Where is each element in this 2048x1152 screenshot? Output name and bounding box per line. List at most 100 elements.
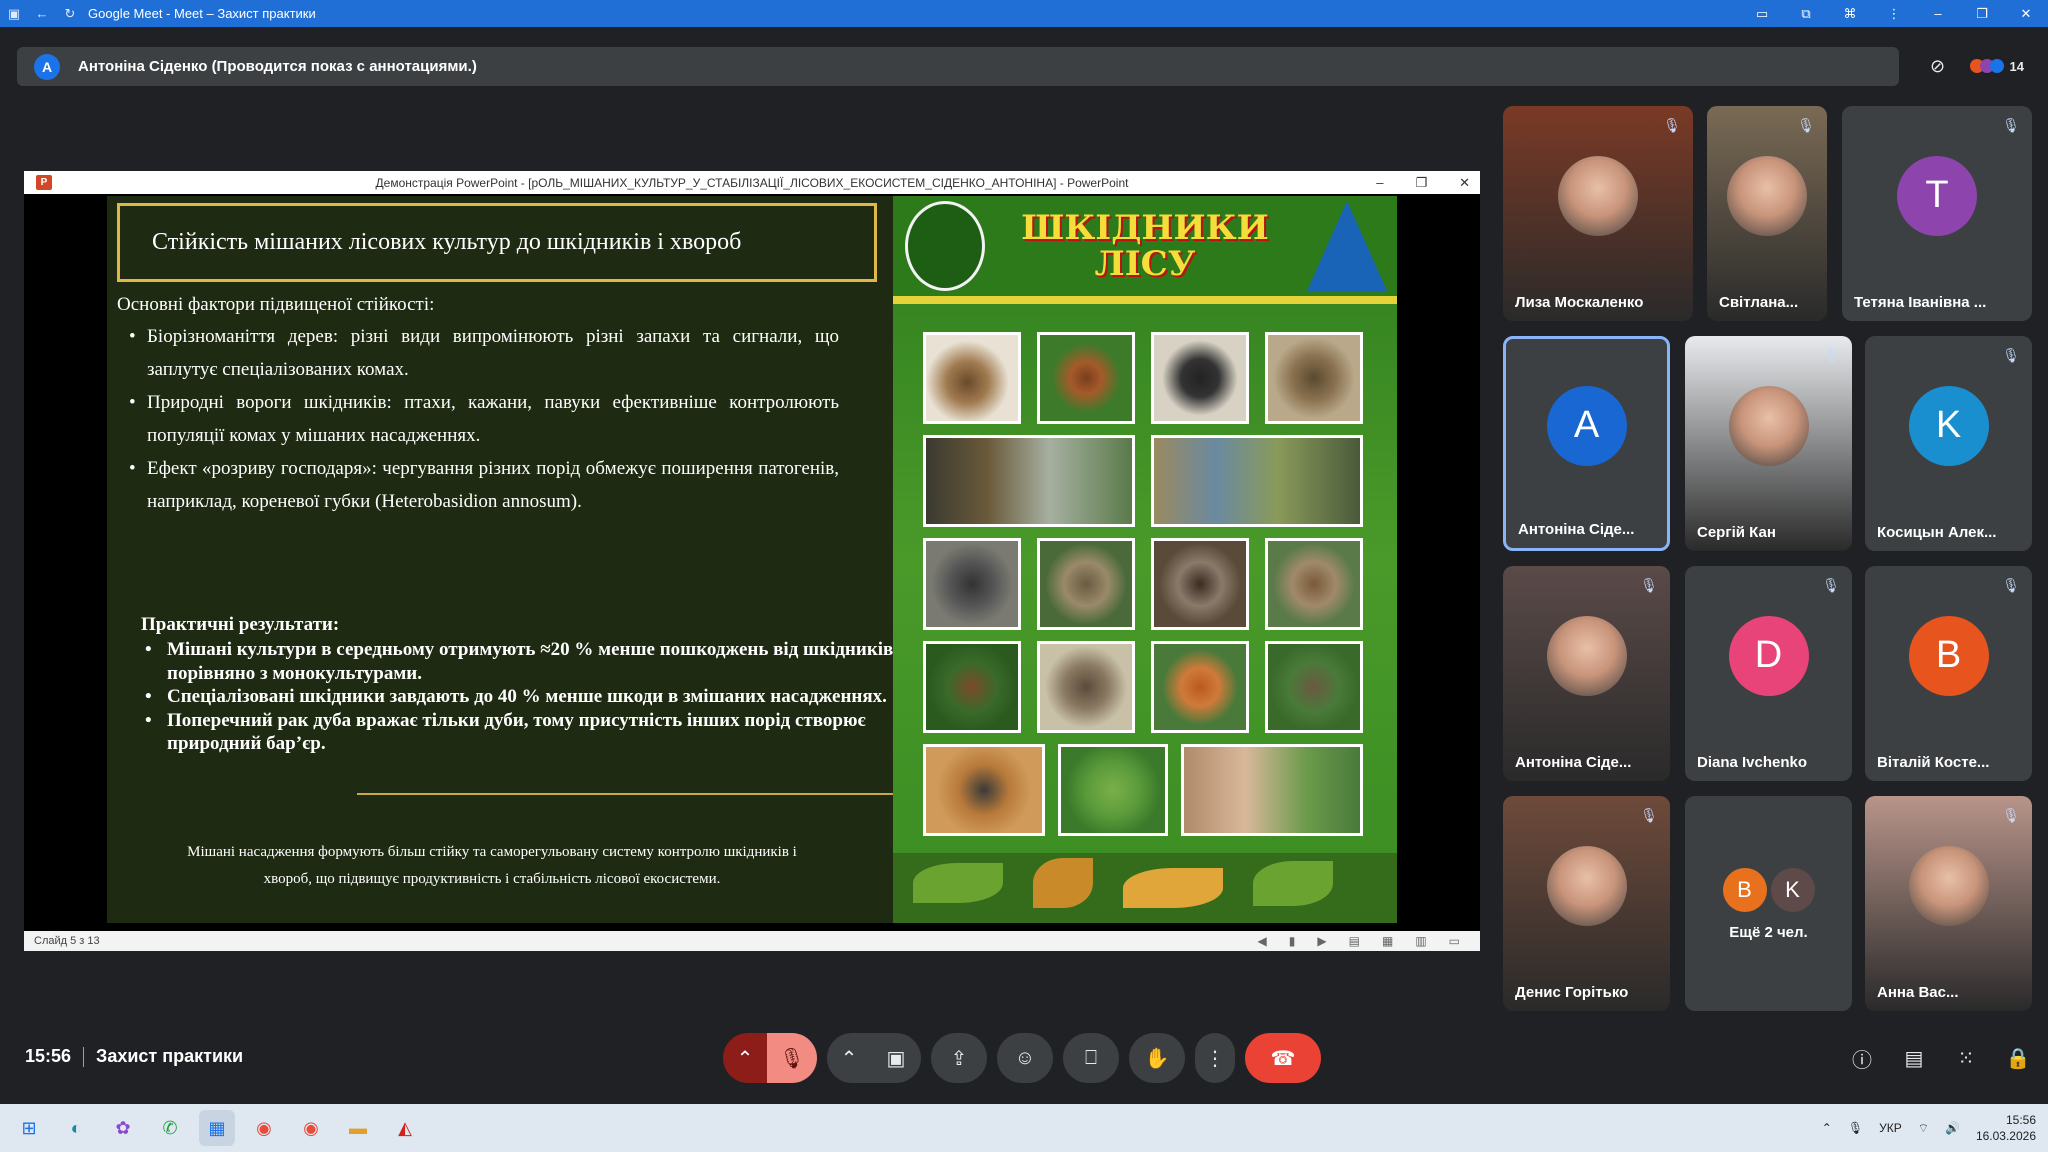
minimize-button[interactable]: – [1916, 0, 1960, 27]
chrome-icon-2[interactable]: ◉ [293, 1110, 329, 1146]
edge-icon[interactable]: ◐ [58, 1110, 94, 1146]
file-explorer-icon[interactable]: ▬ [340, 1110, 376, 1146]
poster-header: ШКІДНИКИ ЛІСУ [893, 196, 1397, 296]
emoji-icon: ☺ [1014, 1046, 1036, 1069]
back-icon[interactable]: ← [28, 0, 56, 27]
volume-icon[interactable]: 🔊 [1945, 1121, 1960, 1135]
mic-off-icon: 🎙 [779, 1047, 805, 1070]
participant-name: Ещё 2 чел. [1729, 924, 1808, 941]
captions-button[interactable]: ⎕ [1063, 1033, 1119, 1083]
meeting-details-icon[interactable]: ⓘ [1848, 1040, 1876, 1076]
pp-restore-button[interactable]: ❐ [1415, 175, 1427, 191]
insect-photo [1265, 332, 1363, 424]
more-participants-avatars: BK [1722, 868, 1815, 912]
insect-photo [923, 332, 1021, 424]
more-options-button[interactable]: ⋮ [1195, 1033, 1235, 1083]
participant-tile[interactable]: Світлана... 🎙 [1707, 106, 1827, 321]
tray-mic-icon[interactable]: 🎙 [1848, 1121, 1863, 1135]
hand-icon: ✋ [1144, 1047, 1170, 1070]
copilot-icon[interactable]: ✿ [105, 1110, 141, 1146]
participant-tile[interactable]: B K Ещё 2 чел. [1685, 796, 1852, 1011]
mic-toggle-button[interactable]: 🎙 [767, 1033, 817, 1083]
host-controls-icon[interactable]: 🔒 [2004, 1040, 2032, 1076]
activities-icon[interactable]: ⁙ [1952, 1040, 1980, 1076]
normal-view-icon[interactable]: ▤ [1349, 934, 1360, 948]
participant-tile[interactable]: Анна Вас... 🎙 [1865, 796, 2032, 1011]
insect-photo [1037, 332, 1135, 424]
result-item: Спеціалізовані шкідники завдають до 40 %… [145, 685, 915, 709]
present-icon: ⇪ [950, 1047, 968, 1070]
participant-count: 14 [2009, 58, 2024, 74]
mic-muted-icon: 🎙 [1822, 346, 1840, 363]
mic-muted-icon: 🎙 [1640, 576, 1658, 593]
participant-tile[interactable]: Сергій Кан 🎙 [1685, 336, 1852, 551]
participant-tile[interactable]: T Тетяна Іванівна ... 🎙 [1842, 106, 2032, 321]
slide-menu-icon[interactable]: ▮ [1289, 934, 1296, 948]
tray-chevron-icon[interactable]: ⌃ [1822, 1121, 1832, 1135]
top-right-controls: ⊘ 14 [1922, 50, 2024, 82]
layout-icon[interactable]: ⊘ [1922, 50, 1954, 82]
raise-hand-button[interactable]: ✋ [1129, 1033, 1185, 1083]
windows-taskbar: ⊞ ◐ ✿ ✆ ▦ ◉ ◉ ▬ ◭ ⌃ 🎙 УКР ⌔ 🔊 15:56 16.0… [0, 1104, 2048, 1152]
camera-toggle-button[interactable]: ▣ [871, 1033, 921, 1083]
presenter-text: Антоніна Сіденко (Проводится показ с анн… [78, 58, 477, 75]
chat-icon[interactable]: ▤ [1900, 1040, 1928, 1076]
next-slide-icon[interactable]: ▶ [1317, 934, 1326, 948]
reload-icon[interactable]: ↻ [56, 0, 84, 27]
camera-options-button[interactable]: ⌃ [827, 1033, 871, 1083]
participant-tile[interactable]: B Віталій Косте... 🎙 [1865, 566, 2032, 781]
participant-name: Антоніна Сіде... [1515, 754, 1632, 771]
end-call-button[interactable]: ☎ [1245, 1033, 1321, 1083]
slideshow-view-icon[interactable]: ▭ [1449, 934, 1460, 948]
insect-photo [1265, 538, 1363, 630]
pp-minimize-button[interactable]: – [1376, 175, 1383, 190]
mic-muted-icon: 🎙 [2002, 116, 2020, 133]
participant-name: Сергій Кан [1697, 524, 1776, 541]
mic-muted-icon: 🎙 [1663, 116, 1681, 133]
translate-icon[interactable]: ⧉ [1784, 0, 1828, 27]
presenter-bar: A Антоніна Сіденко (Проводится показ с а… [17, 47, 1899, 86]
browser-menu-icon[interactable]: ⋮ [1872, 0, 1916, 27]
maximize-button[interactable]: ❐ [1960, 0, 2004, 27]
cast-icon[interactable]: ▭ [1740, 0, 1784, 27]
results-list: Мішані культури в середньому отримують ≈… [145, 638, 915, 756]
participant-tile[interactable]: Денис Горітько 🎙 [1503, 796, 1670, 1011]
slide-bullet: Біорізноманіття дерев: різні види випром… [129, 320, 839, 386]
insect-photo [1265, 641, 1363, 733]
slide-bullets: Біорізноманіття дерев: різні види випром… [129, 320, 839, 518]
close-button[interactable]: ✕ [2004, 0, 2048, 27]
forest-pests-poster: ШКІДНИКИ ЛІСУ [893, 196, 1397, 923]
pp-close-button[interactable]: ✕ [1459, 175, 1470, 191]
clock-time: 15:56 [2005, 1113, 2036, 1127]
participant-tile[interactable]: A Антоніна Сіде... [1503, 336, 1670, 551]
taskbar-clock[interactable]: 15:56 16.03.2026 [1976, 1112, 2036, 1144]
sorter-view-icon[interactable]: ▦ [1382, 934, 1393, 948]
reactions-button[interactable]: ☺ [997, 1033, 1053, 1083]
extensions-icon[interactable]: ⌘ [1828, 0, 1872, 27]
participant-avatar: B [1908, 615, 1989, 696]
participant-video [1546, 845, 1627, 926]
insect-photo [923, 435, 1135, 527]
whatsapp-icon[interactable]: ✆ [152, 1110, 188, 1146]
store-icon[interactable]: ▦ [199, 1110, 235, 1146]
language-indicator[interactable]: УКР [1879, 1121, 1902, 1135]
participant-tile[interactable]: K Косицын Алек... 🎙 [1865, 336, 2032, 551]
participant-tile[interactable]: D Diana Ivchenko 🎙 [1685, 566, 1852, 781]
prev-slide-icon[interactable]: ◀ [1258, 934, 1267, 948]
clock-date: 16.03.2026 [1975, 1129, 2036, 1143]
wifi-icon[interactable]: ⌔ [1918, 1121, 1929, 1136]
participant-avatar: D [1728, 615, 1809, 696]
browser-title: Google Meet - Meet – Захист практики [88, 6, 316, 21]
participant-tile[interactable]: Антоніна Сіде... 🎙 [1503, 566, 1670, 781]
present-button[interactable]: ⇪ [931, 1033, 987, 1083]
slide-text-area: Стійкість мішаних лісових культур до шкі… [107, 196, 897, 923]
mic-options-button[interactable]: ⌃ [723, 1033, 767, 1083]
chrome-icon[interactable]: ◉ [246, 1110, 282, 1146]
acrobat-icon[interactable]: ◭ [387, 1110, 423, 1146]
reading-view-icon[interactable]: ▥ [1415, 934, 1426, 948]
participants-button[interactable]: 14 [1969, 58, 2024, 74]
participant-tile[interactable]: Лиза Москаленко 🎙 [1503, 106, 1693, 321]
annotation-line [357, 793, 897, 795]
start-button[interactable]: ⊞ [11, 1110, 47, 1146]
participant-name: Тетяна Іванівна ... [1854, 294, 1987, 311]
